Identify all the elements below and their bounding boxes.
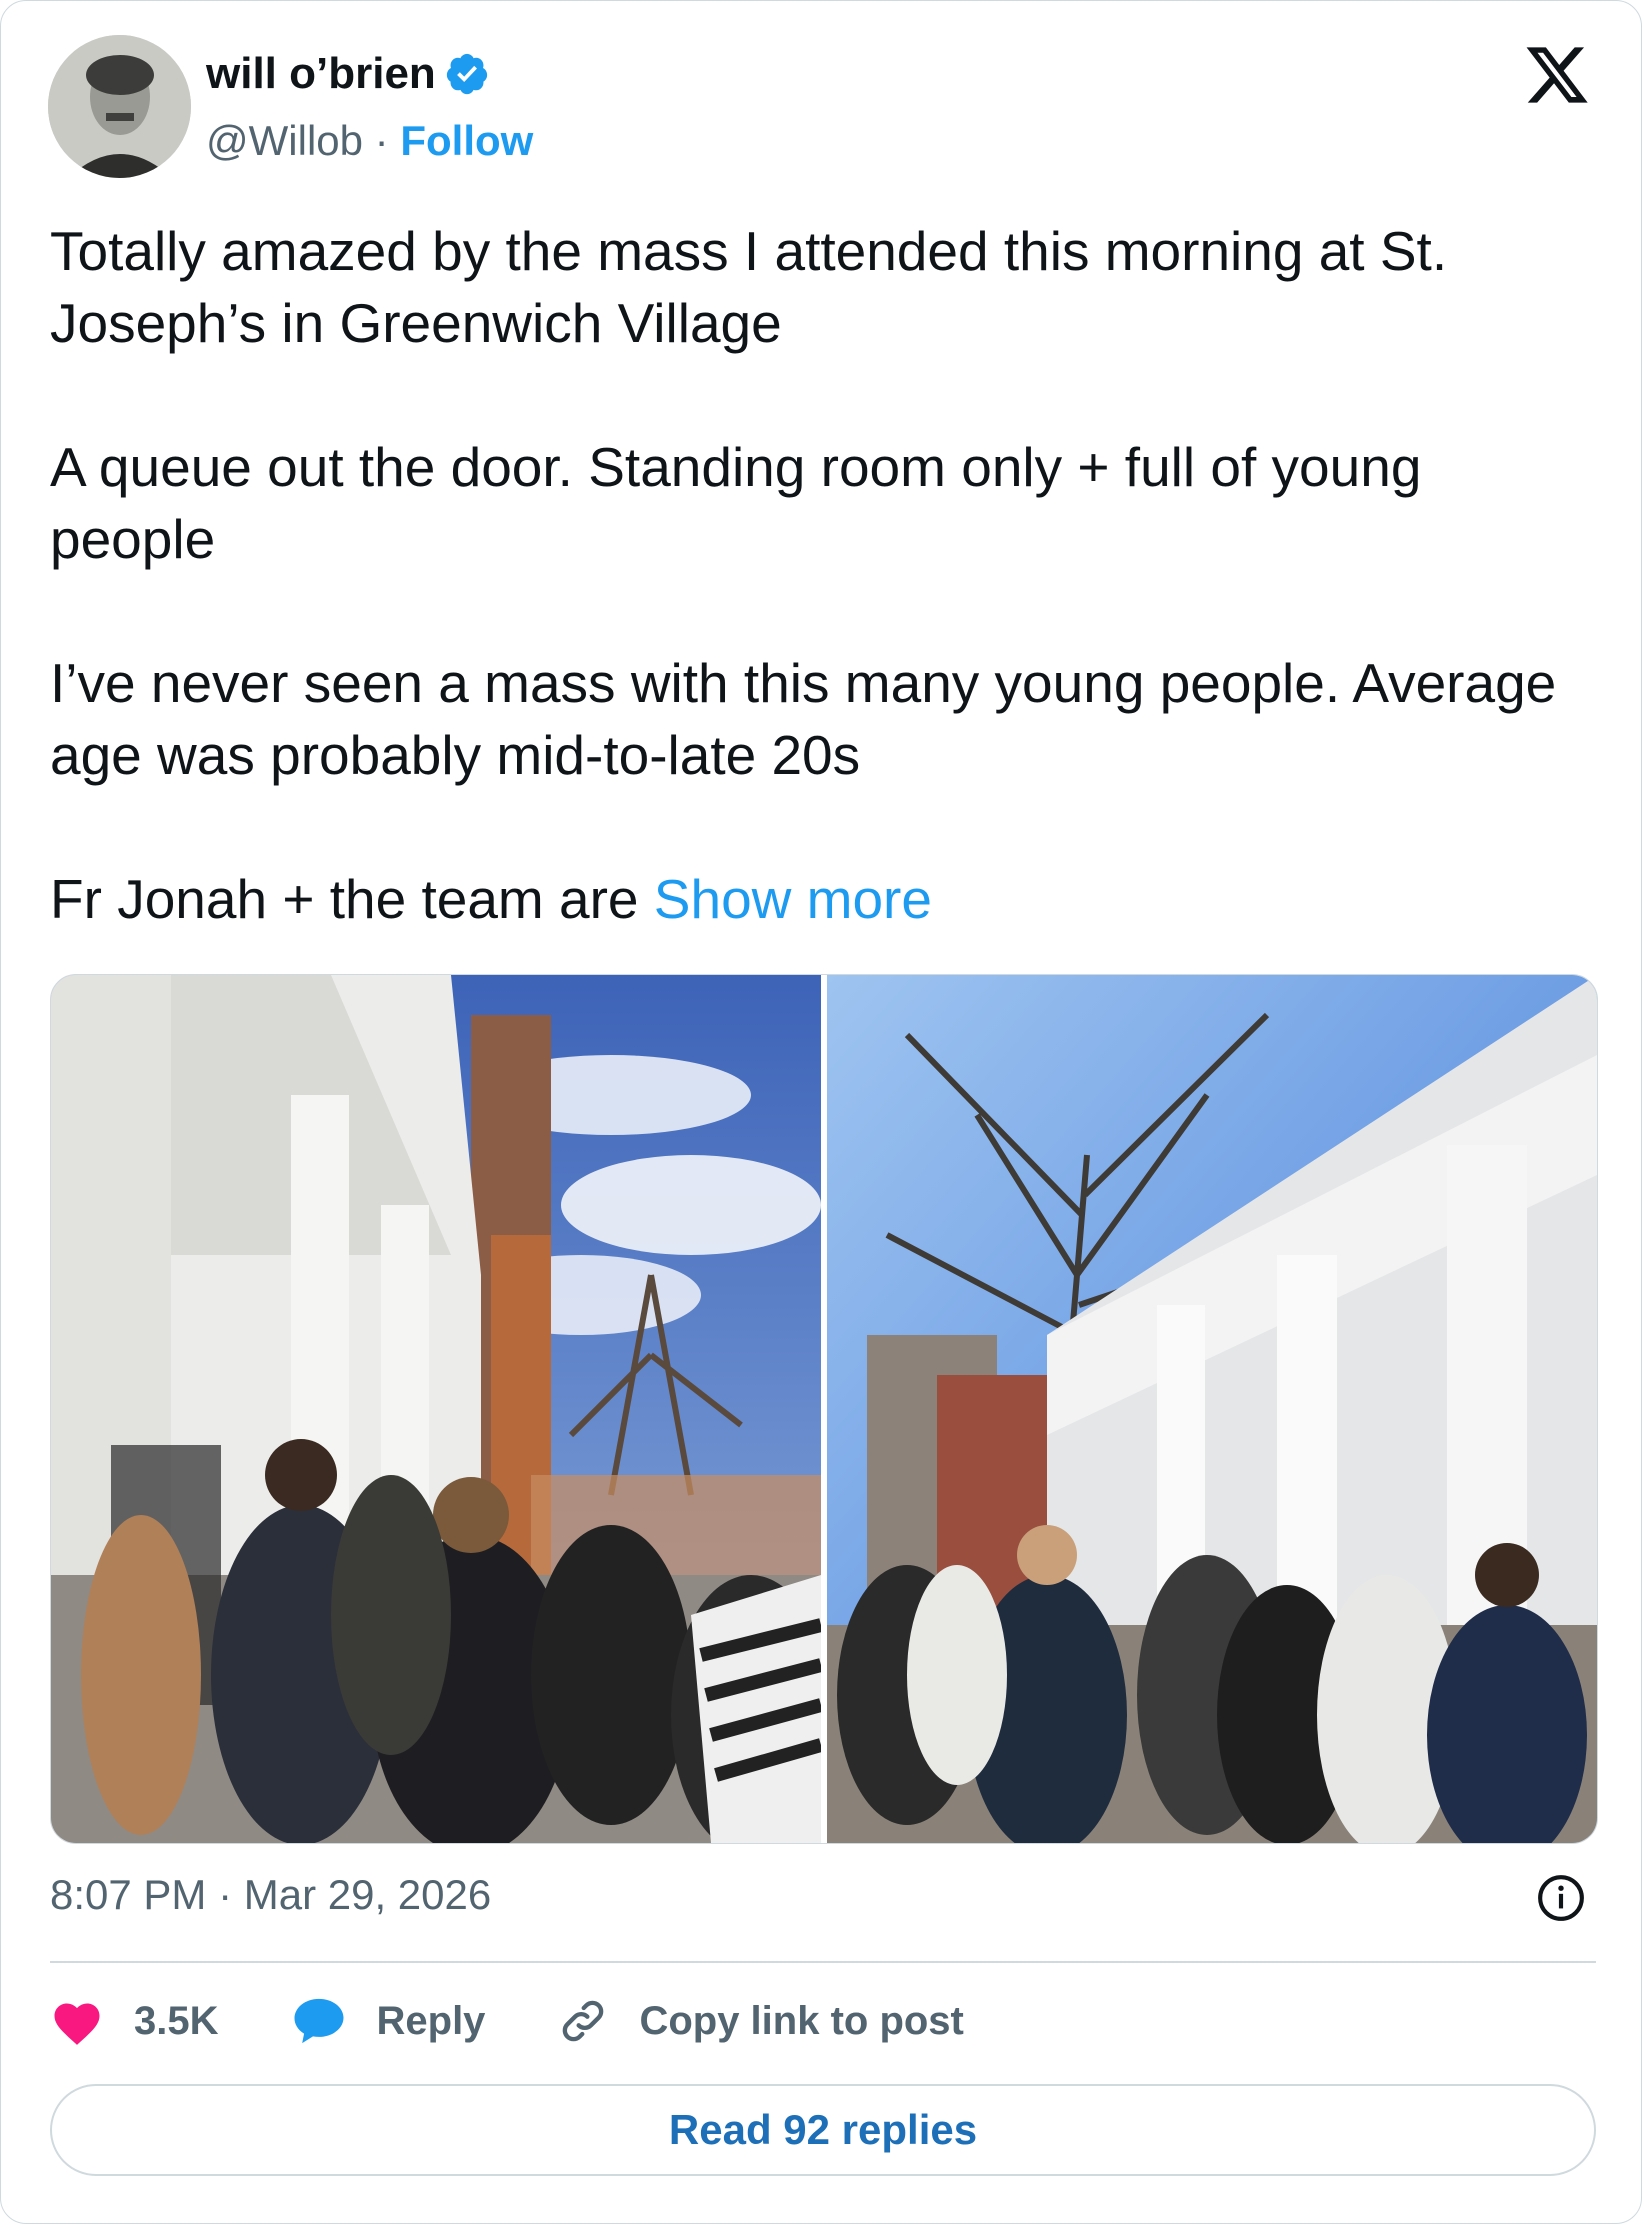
link-icon <box>563 2000 604 2042</box>
reply-label: Reply <box>376 1998 486 2043</box>
reply-button[interactable]: Reply <box>291 1995 486 2047</box>
heart-icon <box>54 2003 100 2045</box>
handle-separator: · <box>374 117 389 164</box>
show-more-link[interactable]: Show more <box>654 868 932 930</box>
author-handle[interactable]: @Willob <box>206 117 363 164</box>
copy-link-label: Copy link to post <box>639 1998 964 2043</box>
speech-bubble-icon <box>294 1998 343 2044</box>
tweet-paragraph: A queue out the door. Standing room only… <box>50 436 1422 570</box>
photo-church-queue[interactable] <box>51 975 821 1843</box>
tweet-paragraph: I’ve never seen a mass with this many yo… <box>50 652 1557 786</box>
timestamp[interactable]: 8:07 PM · Mar 29, 2026 <box>50 1871 491 1919</box>
author-name[interactable]: will o’brien <box>206 49 436 99</box>
verified-badge-icon <box>446 53 487 95</box>
avatar[interactable] <box>48 35 191 178</box>
action-bar: 3.5K Reply Copy link to post <box>50 1986 1036 2056</box>
like-button[interactable]: 3.5K <box>50 1996 219 2046</box>
media-grid <box>50 974 1598 1844</box>
info-icon[interactable] <box>1536 1873 1586 1923</box>
divider <box>50 1961 1596 1963</box>
read-replies-button[interactable]: Read 92 replies <box>50 2084 1596 2176</box>
copy-link-button[interactable]: Copy link to post <box>557 1995 964 2047</box>
tweet-header: will o’brien @Willob · Follow <box>48 35 1598 185</box>
tweet-last-line: Fr Jonah + the team are <box>50 868 639 930</box>
follow-button[interactable]: Follow <box>400 117 533 164</box>
x-logo-icon[interactable] <box>1523 41 1591 109</box>
tweet-text: Totally amazed by the mass I attended th… <box>50 215 1600 935</box>
tweet-card: will o’brien @Willob · Follow Totally am… <box>0 0 1642 2224</box>
like-count: 3.5K <box>134 1998 219 2043</box>
photo-church-crowd[interactable] <box>827 975 1597 1843</box>
tweet-paragraph: Totally amazed by the mass I attended th… <box>50 220 1448 354</box>
